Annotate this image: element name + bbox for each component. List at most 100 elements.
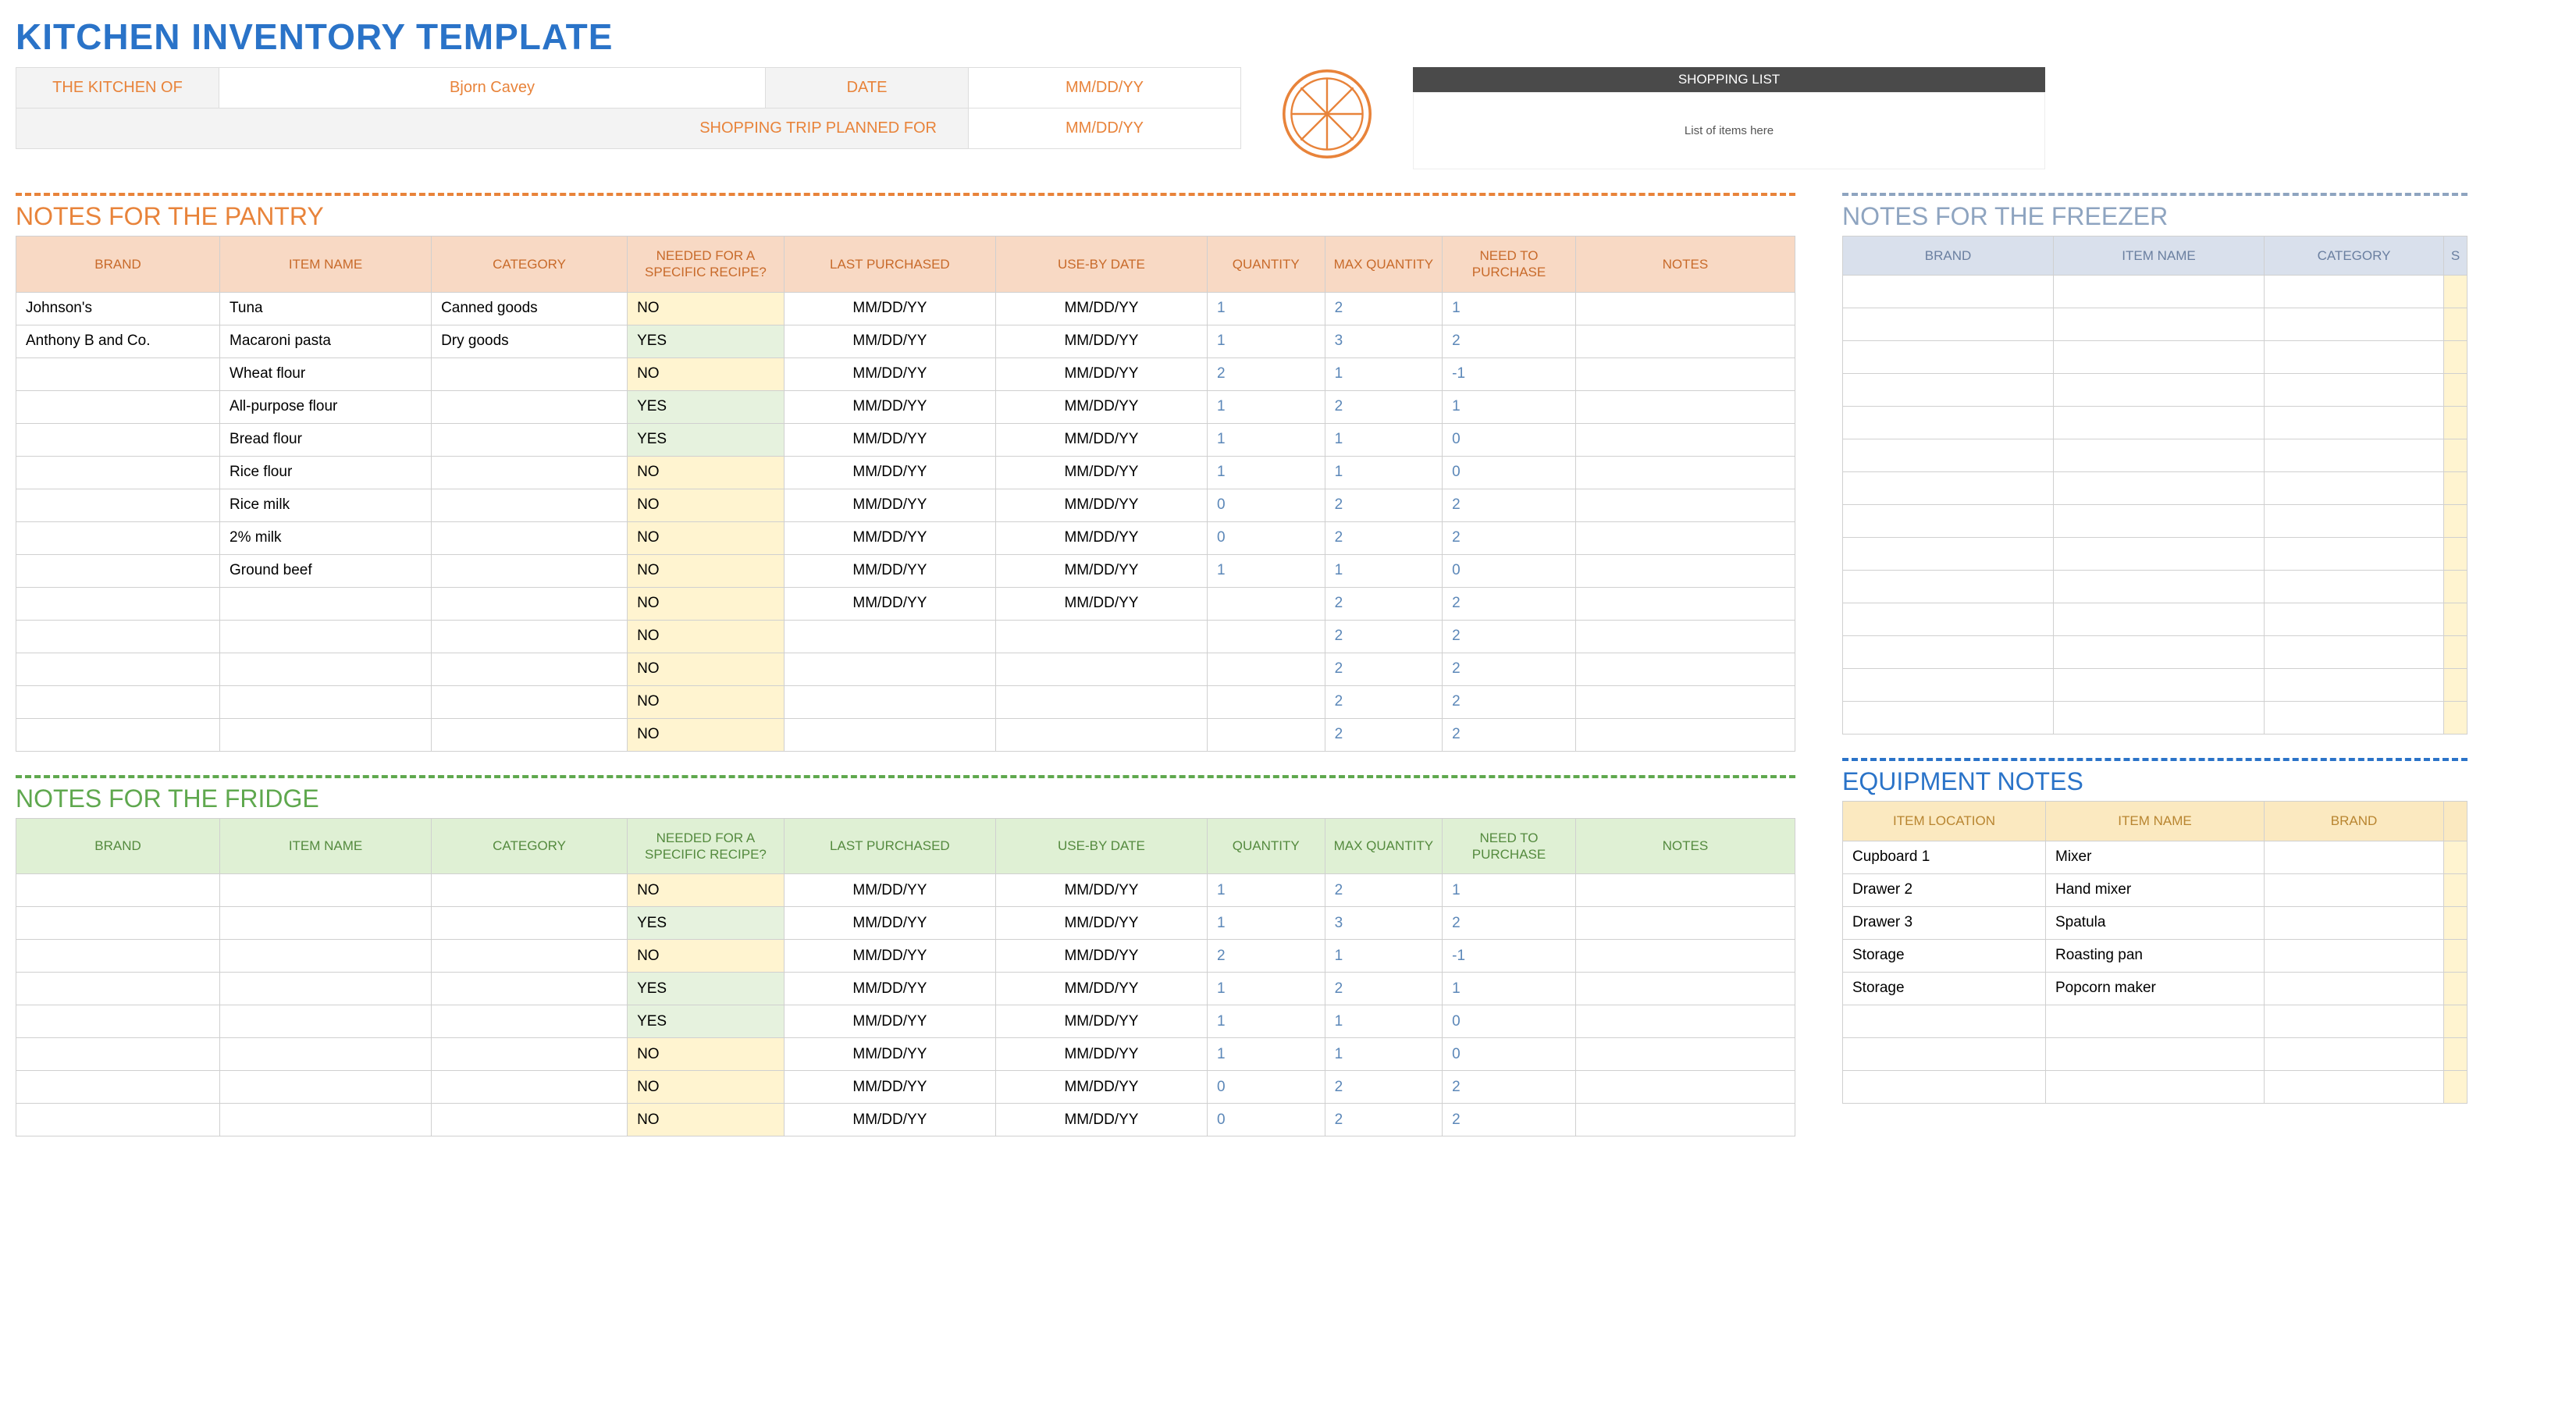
cell-last-purchased[interactable]: MM/DD/YY — [784, 554, 995, 587]
cell-use-by[interactable]: MM/DD/YY — [995, 1071, 1207, 1104]
cell-item[interactable] — [2054, 276, 2265, 308]
cell-item[interactable] — [2054, 603, 2265, 636]
cell-item[interactable] — [2054, 505, 2265, 538]
cell-use-by[interactable] — [995, 653, 1207, 685]
cell-category[interactable] — [432, 587, 628, 620]
cell-brand[interactable] — [1843, 669, 2054, 702]
cell-qty[interactable]: 0 — [1207, 521, 1325, 554]
cell-notes[interactable] — [1575, 325, 1795, 357]
cell-needed[interactable]: YES — [628, 907, 785, 940]
cell-item[interactable] — [2054, 374, 2265, 407]
cell-category[interactable] — [432, 718, 628, 751]
cell-max[interactable]: 1 — [1325, 456, 1443, 489]
cell-need-purchase[interactable]: 2 — [1443, 653, 1576, 685]
cell-item[interactable] — [220, 1071, 432, 1104]
cell-truncated[interactable] — [2444, 1005, 2467, 1037]
cell-brand[interactable] — [1843, 407, 2054, 439]
cell-category[interactable] — [2265, 702, 2444, 735]
cell-qty[interactable]: 1 — [1207, 325, 1325, 357]
cell-max[interactable]: 2 — [1325, 620, 1443, 653]
cell-category[interactable] — [432, 940, 628, 973]
cell-need-purchase[interactable]: 2 — [1443, 587, 1576, 620]
cell-category[interactable] — [432, 1005, 628, 1038]
cell-item[interactable] — [2054, 472, 2265, 505]
cell-last-purchased[interactable]: MM/DD/YY — [784, 423, 995, 456]
cell-item[interactable] — [2054, 571, 2265, 603]
cell-use-by[interactable]: MM/DD/YY — [995, 940, 1207, 973]
cell-category[interactable] — [2265, 341, 2444, 374]
cell-location[interactable]: Storage — [1843, 972, 2046, 1005]
cell-category[interactable] — [2265, 439, 2444, 472]
cell-truncated[interactable] — [2444, 603, 2467, 636]
cell-max[interactable]: 2 — [1325, 653, 1443, 685]
cell-item[interactable] — [2046, 1070, 2265, 1103]
cell-needed[interactable]: NO — [628, 1038, 785, 1071]
cell-needed[interactable]: NO — [628, 940, 785, 973]
cell-item[interactable]: Rice milk — [220, 489, 432, 521]
cell-qty[interactable]: 0 — [1207, 489, 1325, 521]
cell-last-purchased[interactable]: MM/DD/YY — [784, 973, 995, 1005]
cell-need-purchase[interactable]: 1 — [1443, 390, 1576, 423]
cell-needed[interactable]: NO — [628, 521, 785, 554]
cell-brand[interactable] — [1843, 308, 2054, 341]
cell-item[interactable] — [2054, 538, 2265, 571]
cell-brand[interactable] — [2265, 906, 2444, 939]
cell-last-purchased[interactable]: MM/DD/YY — [784, 1104, 995, 1136]
cell-truncated[interactable] — [2444, 308, 2467, 341]
cell-needed[interactable]: NO — [628, 718, 785, 751]
cell-item[interactable]: Tuna — [220, 292, 432, 325]
cell-truncated[interactable] — [2444, 972, 2467, 1005]
cell-last-purchased[interactable]: MM/DD/YY — [784, 521, 995, 554]
cell-need-purchase[interactable]: 0 — [1443, 423, 1576, 456]
cell-item[interactable] — [220, 1005, 432, 1038]
cell-max[interactable]: 2 — [1325, 1104, 1443, 1136]
cell-qty[interactable] — [1207, 653, 1325, 685]
cell-need-purchase[interactable]: 2 — [1443, 325, 1576, 357]
cell-qty[interactable] — [1207, 620, 1325, 653]
cell-need-purchase[interactable]: 0 — [1443, 456, 1576, 489]
cell-max[interactable]: 3 — [1325, 325, 1443, 357]
cell-last-purchased[interactable]: MM/DD/YY — [784, 587, 995, 620]
cell-item[interactable] — [220, 685, 432, 718]
cell-item[interactable]: Popcorn maker — [2046, 972, 2265, 1005]
cell-brand[interactable] — [1843, 702, 2054, 735]
cell-use-by[interactable]: MM/DD/YY — [995, 973, 1207, 1005]
cell-brand[interactable] — [16, 1005, 220, 1038]
cell-brand[interactable] — [1843, 636, 2054, 669]
cell-location[interactable]: Storage — [1843, 939, 2046, 972]
cell-brand[interactable] — [2265, 972, 2444, 1005]
cell-truncated[interactable] — [2444, 374, 2467, 407]
cell-needed[interactable]: NO — [628, 874, 785, 907]
cell-max[interactable]: 2 — [1325, 718, 1443, 751]
cell-truncated[interactable] — [2444, 939, 2467, 972]
cell-category[interactable] — [2265, 636, 2444, 669]
cell-needed[interactable]: NO — [628, 1071, 785, 1104]
cell-category[interactable] — [432, 685, 628, 718]
cell-use-by[interactable]: MM/DD/YY — [995, 1005, 1207, 1038]
cell-needed[interactable]: YES — [628, 973, 785, 1005]
cell-category[interactable] — [2265, 276, 2444, 308]
cell-category[interactable] — [432, 390, 628, 423]
cell-qty[interactable] — [1207, 685, 1325, 718]
cell-location[interactable] — [1843, 1037, 2046, 1070]
cell-max[interactable]: 1 — [1325, 1038, 1443, 1071]
cell-use-by[interactable]: MM/DD/YY — [995, 874, 1207, 907]
cell-need-purchase[interactable]: -1 — [1443, 357, 1576, 390]
cell-max[interactable]: 2 — [1325, 874, 1443, 907]
cell-category[interactable] — [2265, 538, 2444, 571]
cell-item[interactable] — [220, 907, 432, 940]
cell-truncated[interactable] — [2444, 1037, 2467, 1070]
cell-category[interactable] — [432, 489, 628, 521]
cell-item[interactable] — [220, 1038, 432, 1071]
cell-category[interactable] — [2265, 505, 2444, 538]
cell-item[interactable]: 2% milk — [220, 521, 432, 554]
cell-use-by[interactable]: MM/DD/YY — [995, 1038, 1207, 1071]
cell-notes[interactable] — [1575, 521, 1795, 554]
cell-item[interactable]: Bread flour — [220, 423, 432, 456]
cell-last-purchased[interactable]: MM/DD/YY — [784, 940, 995, 973]
cell-truncated[interactable] — [2444, 841, 2467, 873]
cell-use-by[interactable] — [995, 620, 1207, 653]
cell-last-purchased[interactable] — [784, 653, 995, 685]
cell-item[interactable] — [220, 940, 432, 973]
cell-qty[interactable] — [1207, 587, 1325, 620]
